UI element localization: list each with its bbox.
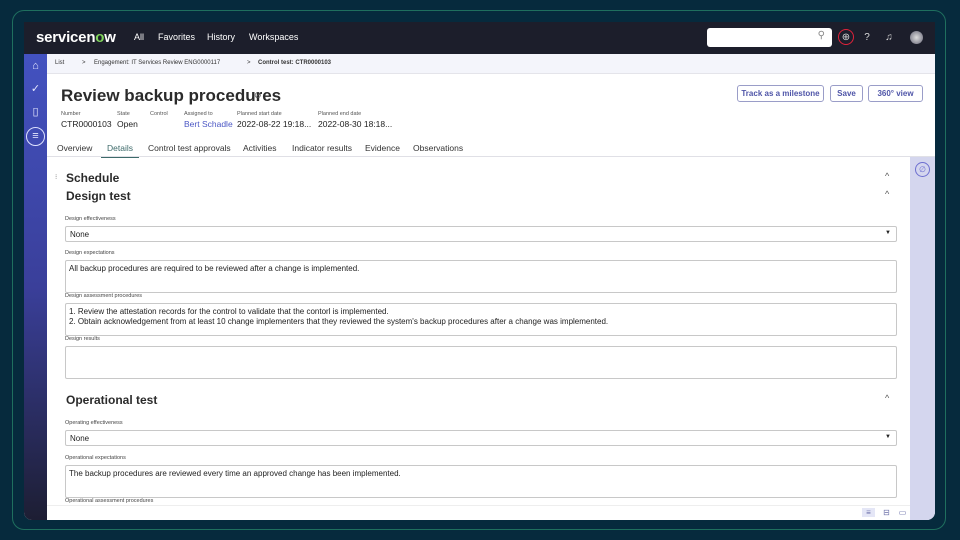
assigned-to-link[interactable]: Bert Schadle [184, 119, 233, 129]
home-icon[interactable]: ⌂ [29, 60, 42, 73]
servicenow-logo[interactable]: servicenow [36, 29, 116, 46]
single-view-icon[interactable]: ▭ [896, 508, 909, 517]
collapse-design-chevron-icon[interactable]: ^ [885, 189, 889, 199]
breadcrumb-separator: > [247, 60, 251, 66]
page-title: Review backup procedures [61, 86, 282, 105]
tab-bar: Overview Details Control test approvals … [47, 136, 935, 158]
tab-control-test-approvals[interactable]: Control test approvals [148, 143, 231, 153]
state-label: State [117, 111, 130, 117]
help-icon[interactable]: ? [859, 30, 875, 46]
tab-activities[interactable]: Activities [243, 143, 277, 153]
design-test-heading: Design test [66, 189, 131, 203]
nav-history[interactable]: History [207, 32, 235, 42]
collapse-schedule-chevron-icon[interactable]: ^ [885, 171, 889, 181]
design-assessment-label: Design assessment procedures [65, 293, 143, 299]
planned-end-label: Planned end date [318, 111, 362, 117]
planned-start-value: 2022-08-22 19:18... [237, 119, 312, 129]
design-effectiveness-label: Design effectiveness [65, 216, 116, 222]
breadcrumb-list[interactable]: List [55, 60, 64, 66]
planned-start-label: Planned start date [237, 111, 282, 117]
view-toolbar: ≡ ⊟ ▭ [47, 505, 910, 520]
design-effectiveness-select[interactable]: None ▼ [65, 226, 897, 242]
check-circle-icon[interactable]: ✓ [29, 83, 42, 96]
operating-effectiveness-value: None [70, 434, 90, 443]
right-rail: ∅ [910, 157, 935, 520]
dropdown-arrow-icon: ▼ [885, 434, 891, 440]
breadcrumb-separator: > [82, 60, 86, 66]
clipboard-icon[interactable]: ▯ [29, 106, 42, 119]
save-button[interactable]: Save [830, 85, 863, 102]
design-results-label: Design results [65, 336, 100, 342]
global-search-input[interactable]: ⚲ [707, 28, 832, 47]
breadcrumb: List > Engagement: IT Services Review EN… [47, 54, 935, 74]
360-view-button[interactable]: 360° view [868, 85, 923, 102]
tag-icon[interactable]: ⊘ [254, 90, 262, 101]
search-icon: ⚲ [817, 30, 825, 41]
collapse-operational-chevron-icon[interactable]: ^ [885, 393, 889, 403]
design-effectiveness-value: None [70, 230, 90, 239]
design-expectations-label: Design expectations [65, 250, 115, 256]
drag-handle-icon[interactable]: ⁝ [55, 173, 57, 181]
operational-expectations-textarea[interactable]: The backup procedures are reviewed every… [65, 465, 897, 498]
app-window: servicenow All Favorites History Workspa… [24, 22, 935, 520]
nav-workspaces[interactable]: Workspaces [249, 32, 298, 42]
tab-overview[interactable]: Overview [57, 143, 92, 153]
top-bar: servicenow All Favorites History Workspa… [24, 22, 935, 54]
design-results-textarea[interactable] [65, 346, 897, 379]
nav-favorites[interactable]: Favorites [158, 32, 195, 42]
breadcrumb-current: Control test: CTR0000103 [258, 60, 332, 66]
nav-all[interactable]: All [134, 32, 144, 42]
tab-details[interactable]: Details [101, 143, 139, 158]
control-label: Control [150, 111, 168, 117]
operating-effectiveness-select[interactable]: None ▼ [65, 430, 897, 446]
globe-icon[interactable]: ⊕ [838, 29, 854, 45]
operational-expectations-label: Operational expectations [65, 455, 126, 461]
design-assessment-textarea[interactable]: 1. Review the attestation records for th… [65, 303, 897, 336]
number-label: Number [61, 111, 81, 117]
operational-assessment-label: Operational assessment procedures [65, 498, 154, 504]
operational-test-heading: Operational test [66, 393, 158, 407]
tab-evidence[interactable]: Evidence [365, 143, 400, 153]
planned-end-value: 2022-08-30 18:18... [318, 119, 393, 129]
assigned-to-label: Assigned to [184, 111, 213, 117]
state-value: Open [117, 119, 138, 129]
dropdown-arrow-icon: ▼ [885, 230, 891, 236]
number-value: CTR0000103 [61, 119, 112, 129]
list-icon[interactable]: ≡ [26, 127, 45, 146]
tab-indicator-results[interactable]: Indicator results [292, 143, 352, 153]
list-view-icon[interactable]: ≡ [862, 508, 875, 517]
bell-icon[interactable]: ♫ [881, 30, 897, 46]
track-milestone-button[interactable]: Track as a milestone [737, 85, 824, 102]
breadcrumb-engagement[interactable]: Engagement: IT Services Review ENG000011… [94, 60, 220, 66]
operating-effectiveness-label: Operating effectiveness [65, 420, 123, 426]
sidebar: ⌂ ✓ ▯ ≡ [24, 54, 47, 520]
split-view-icon[interactable]: ⊟ [880, 508, 893, 517]
user-avatar[interactable] [910, 31, 923, 44]
schedule-heading: Schedule [66, 171, 120, 185]
tab-observations[interactable]: Observations [413, 143, 463, 153]
paperclip-icon[interactable]: ∅ [915, 162, 930, 177]
design-expectations-textarea[interactable]: All backup procedures are required to be… [65, 260, 897, 293]
